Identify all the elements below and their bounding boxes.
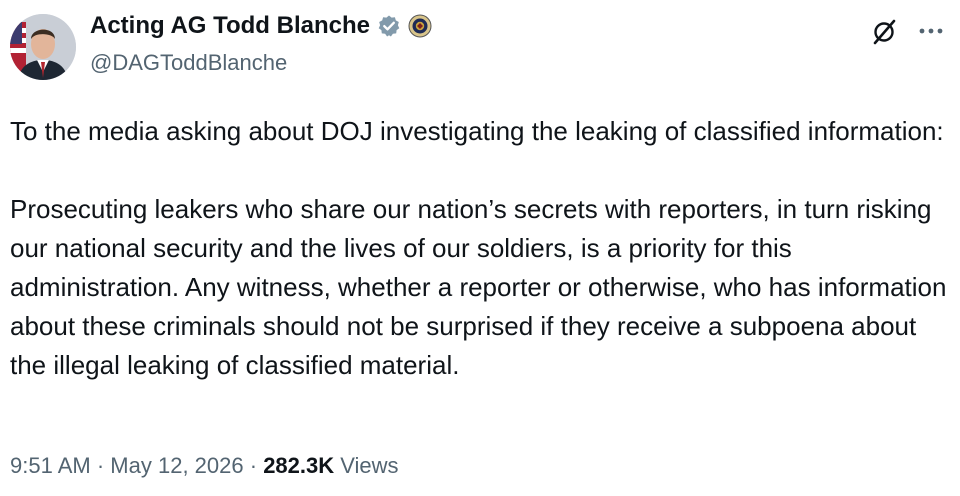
grok-icon[interactable] [870,18,898,46]
post: Acting AG Todd Blanche @DAGToddBlanche T… [0,0,960,496]
verified-badge-icon[interactable] [377,14,401,38]
post-text: To the media asking about DOJ investigat… [10,112,950,385]
author-name-row: Acting AG Todd Blanche [90,12,432,40]
author-handle[interactable]: @DAGToddBlanche [90,50,287,76]
post-paragraph: To the media asking about DOJ investigat… [10,116,944,146]
post-date[interactable]: May 12, 2026 [110,453,243,478]
post-paragraph: Prosecuting leakers who share our nation… [10,194,947,380]
avatar[interactable] [10,14,76,80]
post-meta: 9:51 AM · May 12, 2026 · 282.3K Views [10,453,399,479]
doj-seal-icon[interactable] [408,14,432,38]
meta-separator: · [96,453,105,478]
more-options-icon[interactable] [917,20,945,42]
views-count[interactable]: 282.3K [263,453,334,478]
profile-photo [10,14,76,80]
author-display-name[interactable]: Acting AG Todd Blanche [90,12,370,40]
views-label: Views [340,453,399,478]
meta-separator: · [249,453,258,478]
post-time[interactable]: 9:51 AM [10,453,91,478]
